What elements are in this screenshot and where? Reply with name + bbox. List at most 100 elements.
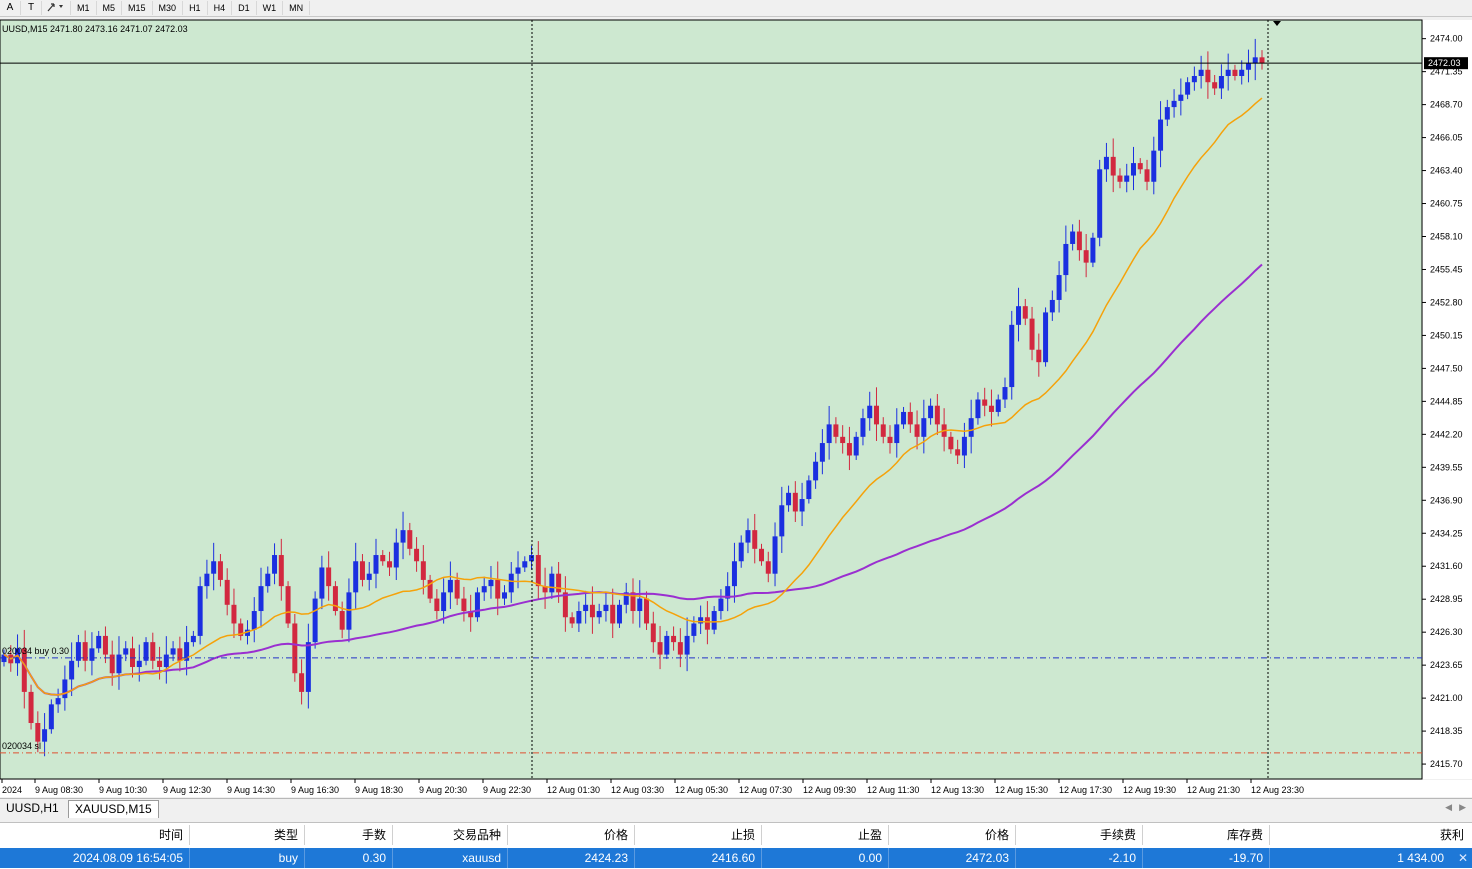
- timeframe-mn-button[interactable]: MN: [283, 1, 311, 15]
- header-symbol[interactable]: 交易品种: [393, 825, 508, 845]
- header-stop-loss[interactable]: 止损: [635, 825, 762, 845]
- candle-body: [1158, 119, 1164, 151]
- timeframe-h4-button[interactable]: H4: [208, 1, 233, 15]
- candle-body: [346, 592, 352, 630]
- candle-body: [988, 405, 994, 412]
- candle-body: [650, 623, 656, 643]
- candle-body: [157, 660, 163, 668]
- candle-body: [806, 480, 812, 500]
- price-chart[interactable]: 2474.00 2471.35 2468.70 2466.05 2463.40 2460.…: [0, 17, 1472, 797]
- candle-body: [880, 424, 886, 437]
- candle-body: [1124, 175, 1130, 182]
- candle-body: [62, 679, 68, 699]
- timeframe-m30-button[interactable]: M30: [153, 1, 184, 15]
- candle-body: [772, 536, 778, 574]
- candle-body: [603, 604, 609, 612]
- candle-body: [474, 592, 480, 618]
- candle-body: [400, 530, 406, 543]
- cell-stop-loss: 2416.60: [635, 848, 762, 868]
- timeframe-h1-button[interactable]: H1: [183, 1, 208, 15]
- candle-body: [373, 555, 379, 574]
- price-tick-label: 2428.95: [1430, 594, 1463, 604]
- candle-body: [1056, 275, 1062, 300]
- header-open-price[interactable]: 价格: [508, 825, 635, 845]
- candle-body: [495, 579, 501, 599]
- candle-body: [89, 648, 95, 661]
- candle-body: [901, 411, 907, 425]
- candle-body: [1083, 250, 1089, 263]
- candle-body: [1245, 63, 1251, 70]
- timeframe-d1-button[interactable]: D1: [232, 1, 257, 15]
- candle-body: [265, 573, 271, 587]
- candle-body: [1117, 175, 1123, 182]
- timeframe-m5-button[interactable]: M5: [97, 1, 123, 15]
- candle-body: [1198, 69, 1204, 76]
- candle-body: [664, 635, 670, 655]
- candle-body: [657, 642, 663, 655]
- candle-body: [1063, 243, 1069, 276]
- header-profit[interactable]: 获利: [1270, 825, 1470, 845]
- candle-body: [359, 561, 365, 580]
- header-swap[interactable]: 库存费: [1143, 825, 1270, 845]
- time-tick-label: 12 Aug 21:30: [1187, 785, 1240, 795]
- candle-body: [589, 604, 595, 618]
- candle-body: [211, 561, 217, 574]
- header-current-price[interactable]: 价格: [889, 825, 1016, 845]
- cell-profit: 1 434.00: [1397, 851, 1444, 865]
- candle-body: [197, 586, 203, 636]
- timeframe-w1-button[interactable]: W1: [257, 1, 284, 15]
- scroll-right-icon[interactable]: ▶: [1459, 802, 1466, 813]
- arrow-tool-icon[interactable]: [42, 1, 71, 15]
- chart-tabs: UUSD,H1 XAUUSD,M15 ◀ ▶: [0, 798, 1472, 819]
- time-tick-label: 2024: [2, 785, 22, 795]
- header-type[interactable]: 类型: [190, 825, 305, 845]
- time-tick-label: 12 Aug 17:30: [1059, 785, 1112, 795]
- candle-body: [251, 611, 257, 630]
- price-tick-label: 2458.10: [1430, 232, 1463, 242]
- time-tick-label: 9 Aug 18:30: [355, 785, 403, 795]
- time-tick-label: 9 Aug 22:30: [483, 785, 531, 795]
- candle-body: [786, 492, 792, 506]
- tab-xauusd-m15[interactable]: XAUUSD,M15: [68, 800, 159, 818]
- header-commission[interactable]: 手续费: [1016, 825, 1143, 845]
- candle-body: [1144, 169, 1150, 182]
- candle-body: [583, 604, 589, 612]
- timeframe-m1-button[interactable]: M1: [71, 1, 97, 15]
- candle-body: [792, 492, 798, 512]
- cell-open-price: 2424.23: [508, 848, 635, 868]
- candle-body: [698, 617, 704, 624]
- candle-body: [326, 567, 332, 587]
- candle-body: [556, 573, 562, 593]
- candle-body: [481, 586, 487, 593]
- candle-body: [312, 598, 318, 643]
- candle-body: [1171, 100, 1177, 108]
- timeframe-m15-button[interactable]: M15: [122, 1, 153, 15]
- candle-body: [1029, 318, 1035, 350]
- header-time[interactable]: 时间: [0, 825, 190, 845]
- price-chart-svg[interactable]: 2474.002471.352468.702466.052463.402460.…: [0, 17, 1472, 797]
- header-lots[interactable]: 手数: [305, 825, 393, 845]
- candle-body: [1191, 75, 1197, 83]
- candle-body: [752, 530, 758, 549]
- trade-table: 时间 类型 手数 交易品种 价格 止损 止盈 价格 手续费 库存费 获利 202…: [0, 822, 1472, 869]
- cell-lots: 0.30: [305, 848, 393, 868]
- header-take-profit[interactable]: 止盈: [762, 825, 889, 845]
- candle-body: [292, 623, 298, 674]
- candle-body: [1036, 349, 1042, 363]
- candle-body: [231, 604, 237, 624]
- text-tool-icon[interactable]: A: [0, 1, 21, 15]
- label-tool-icon[interactable]: T: [21, 1, 42, 15]
- close-position-icon[interactable]: ✕: [1458, 848, 1468, 868]
- price-tick-label: 2463.40: [1430, 166, 1463, 176]
- candle-body: [434, 598, 440, 612]
- scroll-left-icon[interactable]: ◀: [1445, 802, 1452, 813]
- price-tick-label: 2423.65: [1430, 660, 1463, 670]
- candle-body: [272, 555, 278, 574]
- candle-body: [1164, 107, 1170, 120]
- candle-body: [968, 418, 974, 437]
- time-tick-label: 12 Aug 23:30: [1251, 785, 1304, 795]
- tab-uusd-h1[interactable]: UUSD,H1: [0, 800, 65, 817]
- cell-take-profit: 0.00: [762, 848, 889, 868]
- candle-body: [799, 499, 805, 512]
- table-row[interactable]: 2024.08.09 16:54:05 buy 0.30 xauusd 2424…: [0, 848, 1472, 868]
